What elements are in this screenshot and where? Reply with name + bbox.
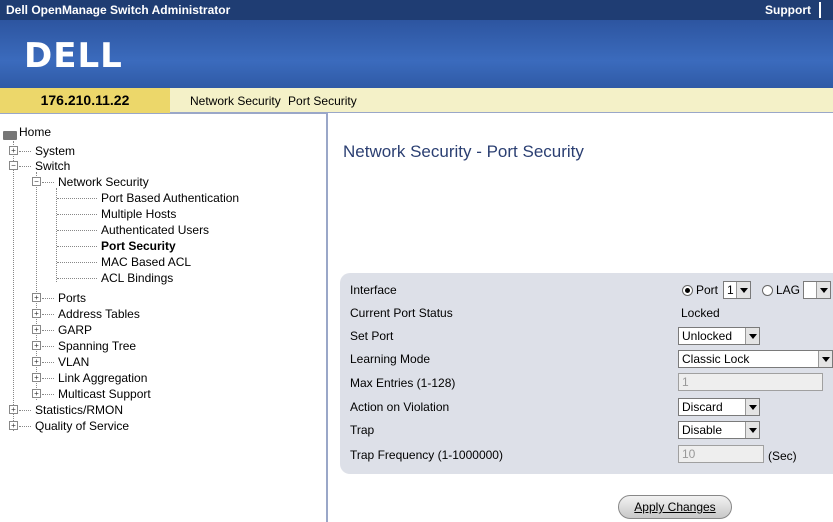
port-radio[interactable] — [682, 285, 693, 296]
tree-line — [13, 141, 14, 431]
set-port-value: Unlocked — [682, 329, 733, 343]
tree-line — [57, 214, 97, 215]
tree-item-authenticated-users[interactable]: Authenticated Users — [101, 223, 209, 237]
action-select[interactable]: Discard — [678, 398, 760, 416]
collapse-minus-icon[interactable]: − — [32, 177, 41, 186]
tree-item-ports[interactable]: Ports — [58, 291, 86, 305]
expand-plus-icon[interactable]: + — [9, 405, 18, 414]
expand-plus-icon[interactable]: + — [9, 146, 18, 155]
port-select[interactable]: 1 — [723, 281, 751, 299]
current-status-value: Locked — [681, 306, 720, 320]
max-entries-input[interactable]: 1 — [678, 373, 823, 391]
tree-line — [19, 151, 31, 152]
tree-line — [19, 410, 31, 411]
tree-line — [57, 262, 97, 263]
tree-item-quality-of-service[interactable]: Quality of Service — [35, 419, 129, 433]
expand-plus-icon[interactable]: + — [32, 325, 41, 334]
tree-line — [42, 182, 54, 183]
interface-label: Interface — [350, 283, 397, 297]
tree-item-home[interactable]: Home — [19, 125, 51, 139]
page-title: Network Security - Port Security — [343, 142, 584, 161]
port-select-value: 1 — [727, 283, 734, 297]
tree-item-port-based-auth[interactable]: Port Based Authentication — [101, 191, 239, 205]
tree-item-link-aggregation[interactable]: Link Aggregation — [58, 371, 147, 385]
port-option-label: Port — [696, 283, 719, 297]
tree-item-statistics-rmon[interactable]: Statistics/RMON — [35, 403, 123, 417]
tree-line — [57, 246, 97, 247]
tree-item-vlan[interactable]: VLAN — [58, 355, 89, 369]
tree-item-spanning-tree[interactable]: Spanning Tree — [58, 339, 136, 353]
expand-plus-icon[interactable]: + — [32, 309, 41, 318]
tree-item-switch[interactable]: Switch — [35, 159, 70, 173]
tree-line — [42, 394, 54, 395]
expand-plus-icon[interactable]: + — [9, 421, 18, 430]
tree-item-network-security[interactable]: Network Security — [58, 175, 149, 189]
trap-value: Disable — [682, 423, 723, 437]
tree-line — [56, 188, 57, 282]
device-ip: 176.210.11.22 — [0, 88, 170, 113]
trap-frequency-label: Trap Frequency (1-1000000) — [350, 448, 503, 462]
home-folder-icon — [3, 131, 17, 140]
lag-select[interactable] — [803, 281, 831, 299]
chevron-down-icon — [818, 351, 832, 367]
title-bar: Dell OpenManage Switch Administrator Sup… — [0, 0, 833, 20]
chevron-down-icon — [816, 282, 830, 298]
tree-line — [42, 378, 54, 379]
chevron-down-icon — [736, 282, 750, 298]
current-status-label: Current Port Status — [350, 306, 453, 320]
action-value: Discard — [682, 400, 723, 414]
tree-item-multiple-hosts[interactable]: Multiple Hosts — [101, 207, 176, 221]
dell-logo: DELL — [24, 36, 123, 76]
banner: DELL — [0, 20, 833, 88]
breadcrumb: Network Security Port Security — [190, 94, 357, 108]
tree-item-port-security[interactable]: Port Security — [101, 239, 176, 253]
trap-frequency-unit: (Sec) — [768, 449, 797, 463]
learning-mode-value: Classic Lock — [682, 352, 750, 366]
tree-line — [42, 362, 54, 363]
expand-plus-icon[interactable]: + — [32, 357, 41, 366]
tree-item-mac-based-acl[interactable]: MAC Based ACL — [101, 255, 191, 269]
trap-frequency-input[interactable]: 10 — [678, 445, 764, 463]
tree-line — [19, 166, 31, 167]
set-port-select[interactable]: Unlocked — [678, 327, 760, 345]
tree-line — [19, 426, 31, 427]
trap-select[interactable]: Disable — [678, 421, 760, 439]
learning-mode-select[interactable]: Classic Lock — [678, 350, 833, 368]
app-title: Dell OpenManage Switch Administrator — [6, 3, 231, 17]
tree-line — [57, 198, 97, 199]
lag-radio[interactable] — [762, 285, 773, 296]
chevron-down-icon — [745, 399, 759, 415]
lag-option-label: LAG — [776, 283, 801, 297]
expand-plus-icon[interactable]: + — [32, 389, 41, 398]
support-link[interactable]: Support — [765, 3, 811, 17]
tree-line — [42, 346, 54, 347]
chevron-down-icon — [745, 328, 759, 344]
breadcrumb-network-security[interactable]: Network Security — [190, 94, 281, 108]
title-divider — [819, 2, 821, 18]
breadcrumb-port-security: Port Security — [288, 94, 357, 108]
tree-item-multicast-support[interactable]: Multicast Support — [58, 387, 151, 401]
max-entries-label: Max Entries (1-128) — [350, 376, 456, 390]
tree-item-acl-bindings[interactable]: ACL Bindings — [101, 271, 173, 285]
learning-mode-label: Learning Mode — [350, 352, 431, 366]
tree-line — [42, 330, 54, 331]
tree-item-system[interactable]: System — [35, 144, 75, 158]
expand-plus-icon[interactable]: + — [32, 341, 41, 350]
expand-plus-icon[interactable]: + — [32, 373, 41, 382]
tree-line — [42, 298, 54, 299]
nav-tree: Home + System − Switch − Network Securit… — [0, 113, 328, 522]
tree-line — [57, 230, 97, 231]
tree-line — [42, 314, 54, 315]
tree-item-address-tables[interactable]: Address Tables — [58, 307, 140, 321]
expand-plus-icon[interactable]: + — [32, 293, 41, 302]
tree-line — [57, 278, 97, 279]
address-bar: 176.210.11.22 Network Security Port Secu… — [0, 88, 833, 113]
chevron-down-icon — [745, 422, 759, 438]
apply-changes-button[interactable]: Apply Changes — [618, 495, 732, 519]
action-label: Action on Violation — [350, 400, 450, 414]
collapse-minus-icon[interactable]: − — [9, 161, 18, 170]
trap-label: Trap — [350, 423, 375, 437]
tree-item-garp[interactable]: GARP — [58, 323, 92, 337]
set-port-label: Set Port — [350, 329, 394, 343]
